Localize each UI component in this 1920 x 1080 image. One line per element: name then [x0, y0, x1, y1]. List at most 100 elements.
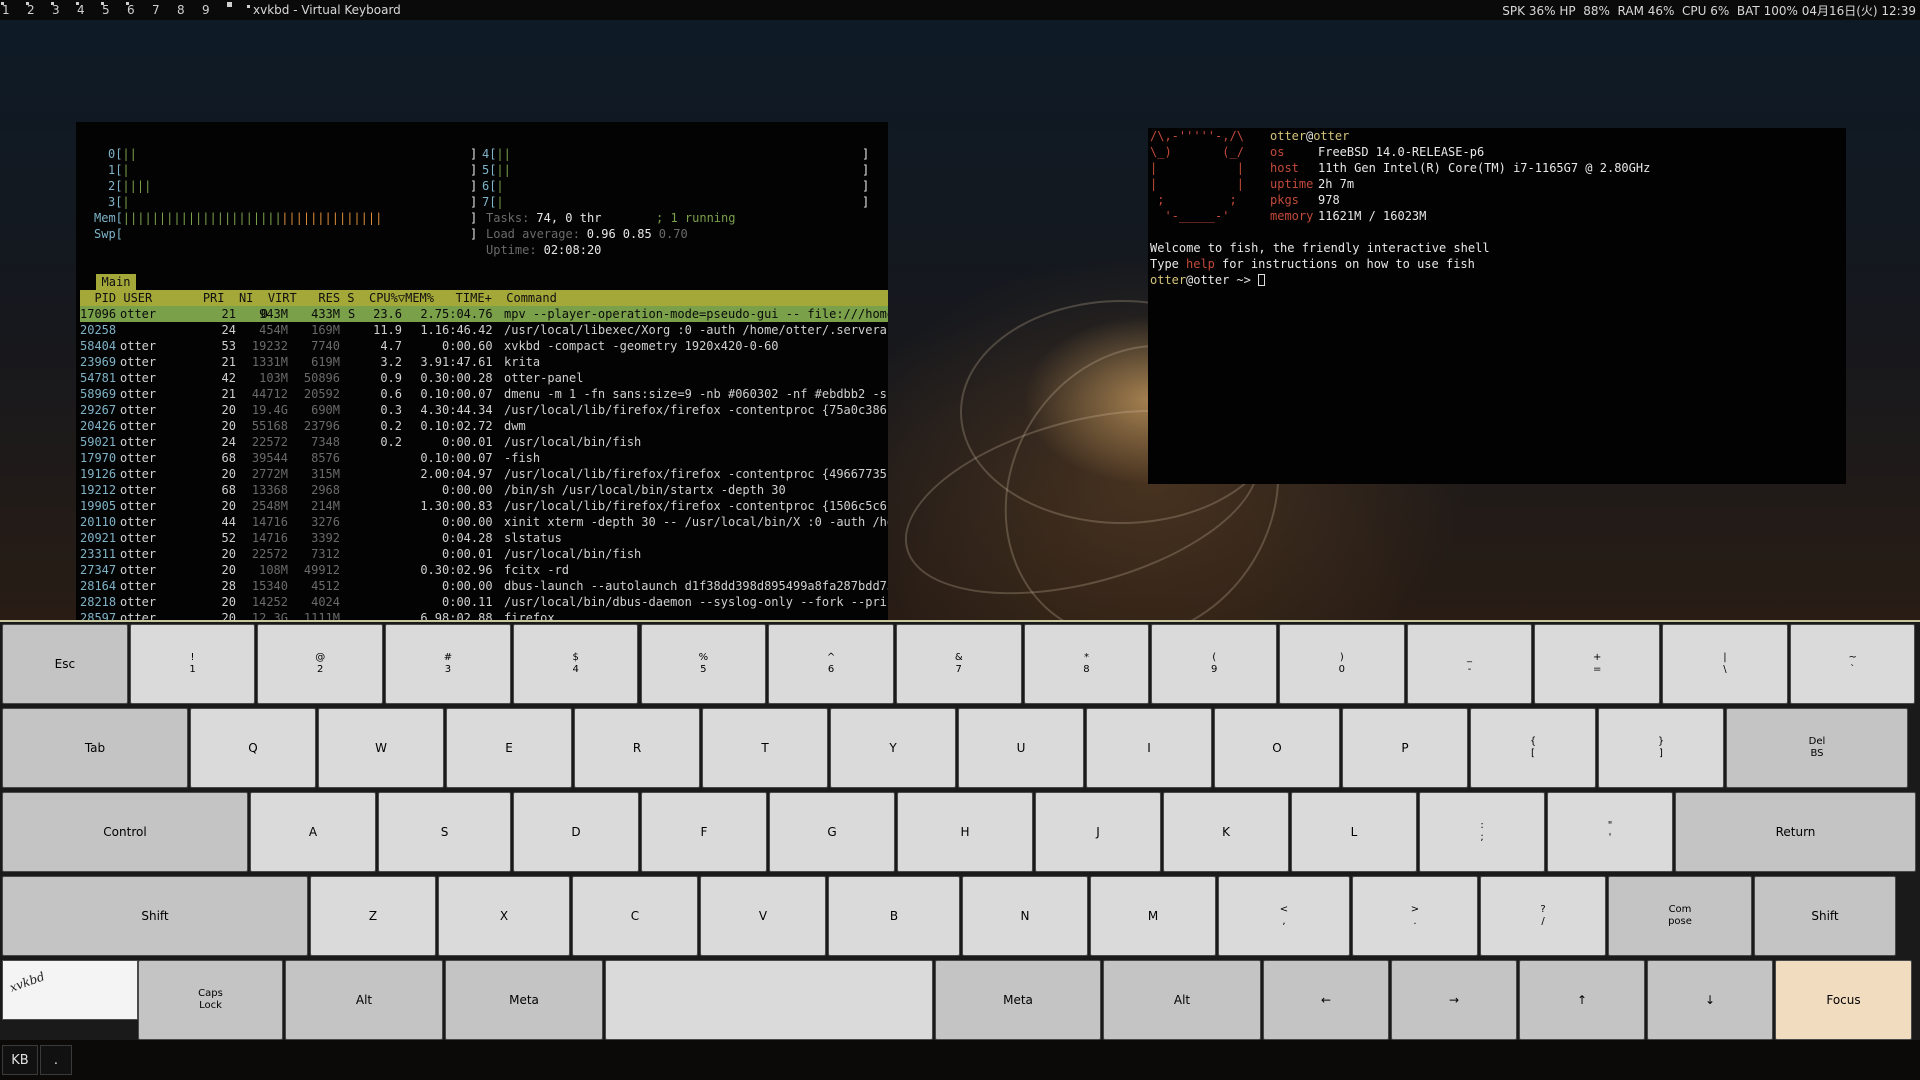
process-row[interactable]: 17970 otter 68 39544 8576 0.1 0:00.07 -fish [80, 450, 888, 466]
workspace-tag-5[interactable]: 5 [100, 0, 125, 20]
key--9[interactable]: (9 [1151, 624, 1277, 704]
key--[interactable]: " ' [1547, 792, 1673, 872]
tab-main[interactable]: Main [96, 274, 136, 290]
process-row[interactable]: 28218 otter 20 14252 4024 0:00.11/usr/local/b… [80, 594, 888, 610]
workspace-tag-1[interactable]: 1 [0, 0, 25, 20]
key-esc[interactable]: Esc [2, 624, 128, 704]
key-[interactable]: → [1391, 960, 1517, 1040]
process-row[interactable]: 23311 otter 20 22572 7312 0:00.01/usr/local/b… [80, 546, 888, 562]
process-row[interactable]: 23969 otter 21 1331M 619M 3.2 3.9 1:47.61 krita [80, 354, 888, 370]
process-row[interactable]: 20426 otter 20 55168 23796 0.2 0.1 0:02.72 dwm [80, 418, 888, 434]
key-z[interactable]: Z [310, 876, 436, 956]
key--8[interactable]: * 8 [1023, 624, 1150, 704]
process-row[interactable]: 20258 24 454M 169M 11.9 1.1 6:46.42/usr/local/… [80, 322, 888, 338]
process-row[interactable]: 58969 otter 21 44712 20592 0.6 0.1 0:00.07 dmenu… [80, 386, 888, 402]
process-row[interactable]: 19212 otter 68 13368 2968 0:00.00/bin/sh /usr… [80, 482, 888, 498]
fish-terminal[interactable]: /\,-'''''-,/\ \_) (_/ | | | | ; ; '-_____-'… [1148, 128, 1846, 484]
key--4[interactable]: $4 [512, 624, 639, 704]
key-a[interactable]: A [250, 792, 376, 872]
key--[interactable]: }] [1598, 708, 1724, 788]
process-row[interactable]: 19126 otter 20 2772M 315M 2.0 0:04.97/usr/loca… [80, 466, 888, 482]
key-b[interactable]: B [828, 876, 960, 956]
key--[interactable]: ? / [1480, 876, 1606, 956]
workspace-tag-6[interactable]: 6 [125, 0, 150, 20]
key-y[interactable]: Y [830, 708, 956, 788]
workspace-tag-8[interactable]: 8 [175, 0, 200, 20]
key-[interactable]: ↑ [1519, 960, 1645, 1040]
key-alt[interactable]: Alt [1103, 960, 1261, 1040]
key-e[interactable]: E [446, 708, 572, 788]
key--1[interactable]: ! 1 [129, 624, 256, 704]
key-w[interactable]: W [318, 708, 444, 788]
workspace-tag-7[interactable]: 7 [150, 0, 175, 20]
key-s[interactable]: S [378, 792, 511, 872]
key--[interactable]: :; [1419, 792, 1545, 872]
key-i[interactable]: I [1086, 708, 1212, 788]
key-r[interactable]: R [574, 708, 700, 788]
key-meta[interactable]: Meta [445, 960, 603, 1040]
process-row[interactable]: 19905 otter 20 2548M 214M 1.3 0:00.83/usr/loca… [80, 498, 888, 514]
key-return[interactable]: Return [1675, 792, 1916, 872]
panel-dot-button[interactable]: . [40, 1045, 72, 1075]
key-h[interactable]: H [897, 792, 1033, 872]
key-l[interactable]: L [1291, 792, 1417, 872]
key-[interactable]: ← [1263, 960, 1389, 1040]
key-del-BS[interactable]: Del BS [1726, 708, 1908, 788]
key-t[interactable]: T [702, 708, 828, 788]
key-control[interactable]: Control [2, 792, 248, 872]
process-row[interactable]: 17096 otter 21 0 943M 433M S 23.6 2.7 5:04.76 mpv … [80, 306, 888, 322]
key--[interactable]: {[ [1470, 708, 1596, 788]
process-row[interactable]: 54781 otter 42 103M 50896 0.9 0.3 0:00.28 otter-… [80, 370, 888, 386]
workspace-tag-2[interactable]: 2 [25, 0, 50, 20]
key--2[interactable]: @2 [257, 624, 384, 704]
key--[interactable]: _ - [1406, 624, 1533, 704]
key-shift[interactable]: Shift [1754, 876, 1896, 956]
process-row[interactable]: 59021 otter 24 22572 7348 0.2 0:00.01/usr/loca… [80, 434, 888, 450]
key-f[interactable]: F [641, 792, 767, 872]
key-caps-Lock[interactable]: Caps Lock [138, 960, 283, 1040]
key-q[interactable]: Q [190, 708, 316, 788]
key-j[interactable]: J [1035, 792, 1161, 872]
key-[interactable]: ↓ [1647, 960, 1773, 1040]
key-shift[interactable]: Shift [2, 876, 308, 956]
key--[interactable]: + = [1534, 624, 1661, 704]
process-row[interactable]: 20110 otter 44 14716 3276 0:00.00 xinit xterm … [80, 514, 888, 530]
workspace-tag-9[interactable]: 9 [200, 0, 225, 20]
process-row[interactable]: 27347 otter 20 108M 49912 0.3 0:02.96 fcitx -rd [80, 562, 888, 578]
key-o[interactable]: O [1214, 708, 1340, 788]
process-row[interactable]: 28164 otter 28 15340 4512 0:00.00 dbus-launch … [80, 578, 888, 594]
process-table-header[interactable]: PID USER PRI NI VIRT RES S CPU%▽MEM% TIM… [80, 290, 888, 306]
key--3[interactable]: #3 [385, 624, 511, 704]
key-focus[interactable]: Focus [1775, 960, 1912, 1040]
key--[interactable]: ~ ` [1789, 624, 1916, 704]
workspace-tag-3[interactable]: 3 [50, 0, 75, 20]
key-p[interactable]: P [1342, 708, 1468, 788]
key-space[interactable] [605, 960, 933, 1040]
key-v[interactable]: V [700, 876, 826, 956]
key-g[interactable]: G [769, 792, 895, 872]
key-x[interactable]: X [438, 876, 570, 956]
key--7[interactable]: & 7 [895, 624, 1022, 704]
key-k[interactable]: K [1163, 792, 1289, 872]
key-n[interactable]: N [962, 876, 1088, 956]
process-row[interactable]: 20921 otter 52 14716 3392 0:04.28 slstatus [80, 530, 888, 546]
key--[interactable]: <, [1218, 876, 1350, 956]
key-m[interactable]: M [1090, 876, 1216, 956]
key-u[interactable]: U [958, 708, 1084, 788]
key-com-pose[interactable]: Com pose [1608, 876, 1752, 956]
process-row[interactable]: 29267 otter 20 19.4G 690M 0.3 4.3 0:44.34/usr/l… [80, 402, 888, 418]
key--[interactable]: >. [1352, 876, 1478, 956]
workspace-tag-4[interactable]: 4 [75, 0, 100, 20]
process-row[interactable]: 28597 otter 20 12.3G 1111M 6.9 8:02.88 firefox [80, 610, 888, 620]
key-tab[interactable]: Tab [2, 708, 188, 788]
key-meta[interactable]: Meta [935, 960, 1101, 1040]
process-row[interactable]: 58404 otter 53 19232 7740 4.7 0:00.60 xvkbd -co… [80, 338, 888, 354]
htop-terminal[interactable]: 0[||] 1[|] 2[||||] 3[|] 4[||] 5[||] 6[|] 7[|] Me… [76, 122, 888, 620]
key-alt[interactable]: Alt [285, 960, 443, 1040]
key--0[interactable]: ) 0 [1279, 624, 1405, 704]
kb-button[interactable]: KB [2, 1045, 38, 1075]
key-d[interactable]: D [513, 792, 639, 872]
key--[interactable]: | \ [1662, 624, 1788, 704]
key--5[interactable]: % 5 [640, 624, 767, 704]
key-c[interactable]: C [572, 876, 698, 956]
